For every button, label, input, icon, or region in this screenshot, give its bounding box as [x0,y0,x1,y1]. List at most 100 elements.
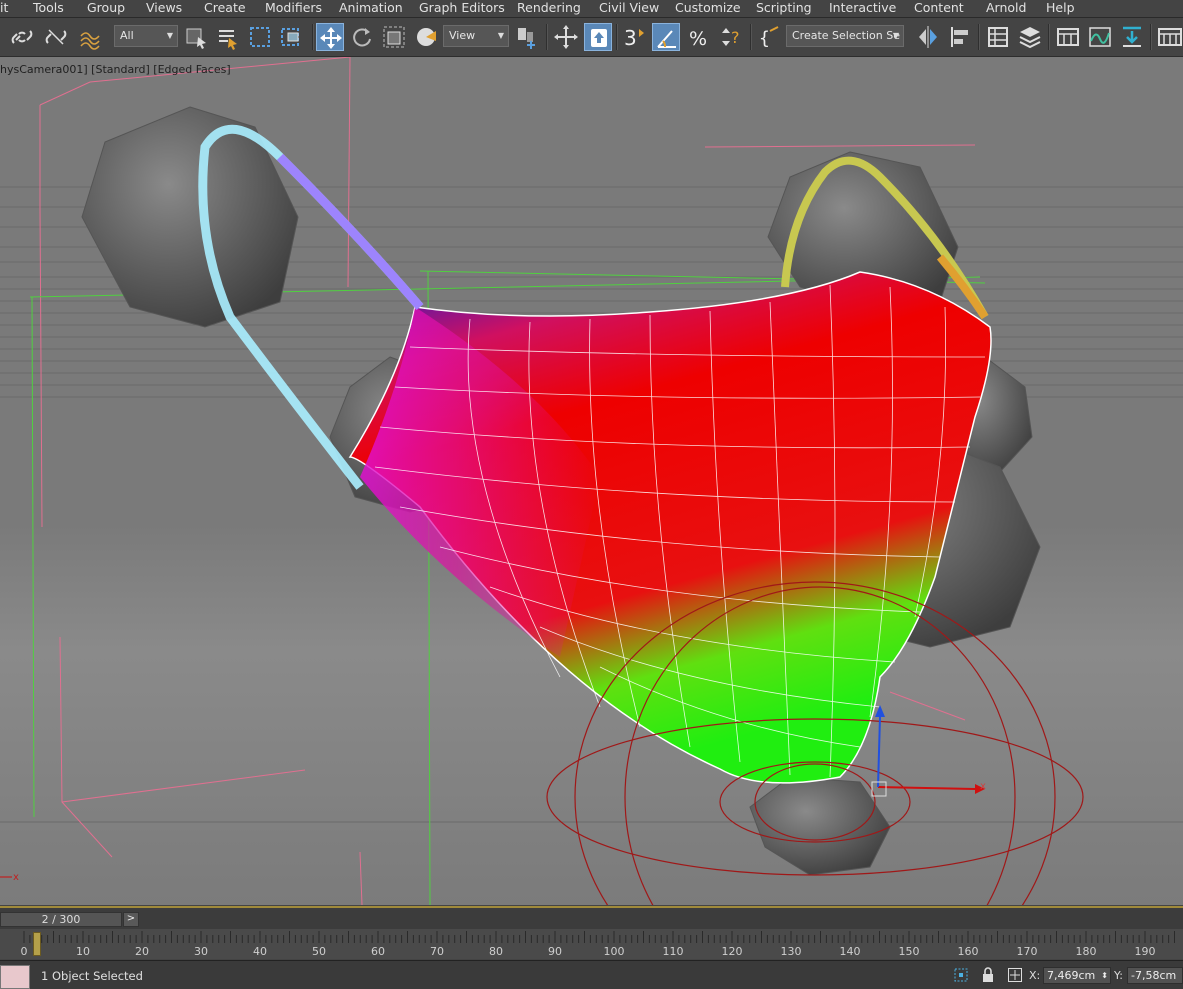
menu-views[interactable]: Views [146,0,182,16]
viewport-label[interactable]: hysCamera001] [Standard] [Edged Faces] [0,63,231,76]
ruler-tick-label: 80 [489,945,503,958]
svg-text:x: x [980,781,986,792]
pivot-icon[interactable] [513,23,541,51]
next-frame-button[interactable]: > [123,912,139,927]
ruler-tick-label: 0 [20,945,28,958]
angle-snap-icon[interactable] [652,23,680,51]
menu-tools[interactable]: Tools [33,0,64,16]
menu-scripting[interactable]: Scripting [756,0,812,16]
ruler-tick-label: 40 [253,945,267,958]
toolbar-separator [546,24,548,50]
lock-icon[interactable] [980,967,996,983]
spinner-snap-icon[interactable]: ? [716,23,744,51]
reference-coord-dropdown[interactable]: View ▼ [443,25,509,47]
menu-content[interactable]: Content [914,0,964,16]
main-toolbar: All ▼ View ▼ 3 % ? {Create Selection Se… [0,18,1183,57]
scale-icon[interactable] [380,23,408,51]
render-setup-icon[interactable] [1118,23,1146,51]
selection-filter-dropdown[interactable]: All ▼ [114,25,178,47]
layer-explorer-icon[interactable] [1016,23,1044,51]
unlink-icon[interactable] [42,23,70,51]
ruler-tick-label: 120 [721,945,743,958]
svg-text:3: 3 [624,26,637,50]
menu-modifiers[interactable]: Modifiers [265,0,322,16]
select-place-icon[interactable] [412,23,440,51]
select-object-icon[interactable] [182,23,210,51]
link-icon[interactable] [8,23,36,51]
rotate-icon[interactable] [348,23,376,51]
toolbar-separator [1048,24,1050,50]
ruler-tick-label: 10 [76,945,90,958]
ruler-tick-label: 160 [957,945,979,958]
ribbon-icon[interactable] [1054,23,1082,51]
absolute-mode-icon[interactable] [1007,967,1023,983]
rect-selection-icon[interactable] [246,23,274,51]
bind-spacewarp-icon[interactable] [76,23,104,51]
x-coord-field[interactable]: 7,469cm ⬍ [1043,967,1111,984]
scene-explorer-icon[interactable] [984,23,1012,51]
svg-text:?: ? [731,28,740,47]
track-bar[interactable]: 0 10 20 30 40 50 60 70 80 90 100 110 120 130 140 150 160… [0,929,1183,959]
snap-toggle-icon[interactable]: 3 [620,23,648,51]
ruler-tick-label: 110 [662,945,684,958]
toolbar-separator [750,24,752,50]
toolbar-separator [312,24,314,50]
current-frame-marker[interactable] [33,932,41,956]
menu-animation[interactable]: Animation [339,0,403,16]
scene-render: x x [0,57,1183,905]
menu-rendering[interactable]: Rendering [517,0,581,16]
toolbar-separator [978,24,980,50]
mask-mesh [348,271,992,784]
ruler-tick-label: 190 [1134,945,1156,958]
manipulate-icon[interactable] [552,23,580,51]
menu-group[interactable]: Group [87,0,125,16]
named-selection-dropdown[interactable]: Create Selection Se ▼ [786,25,904,47]
toolbar-separator [1150,24,1152,50]
ruler-tick-label: 140 [839,945,861,958]
status-bar: 1 Object Selected X: 7,469cm ⬍ Y: -7,58cm [0,960,1183,989]
svg-text:%: % [689,28,707,50]
mirror-icon[interactable] [914,23,942,51]
ruler-tick-label: 70 [430,945,444,958]
ruler-tick-label: 100 [603,945,625,958]
menu-edit[interactable]: it [0,0,8,16]
ruler-tick-label: 30 [194,945,208,958]
y-coord-field[interactable]: -7,58cm [1127,967,1183,984]
menu-customize[interactable]: Customize [675,0,741,16]
svg-text:x: x [13,872,19,883]
move-icon[interactable] [316,23,344,51]
camera-viewport[interactable]: x x hysCamera001] [Standard] [Edged Face… [0,57,1183,905]
chevron-down-icon: ▼ [892,31,899,40]
menu-create[interactable]: Create [204,0,246,16]
menu-interactive[interactable]: Interactive [829,0,896,16]
ruler-tick-label: 90 [548,945,562,958]
keyboard-shortcut-override-icon[interactable] [584,23,612,51]
curve-editor-icon[interactable] [1086,23,1114,51]
menu-arnold[interactable]: Arnold [986,0,1026,16]
ruler-tick-label: 60 [371,945,385,958]
menu-help[interactable]: Help [1046,0,1075,16]
ruler-tick-label: 130 [780,945,802,958]
select-by-name-icon[interactable] [214,23,242,51]
window-crossing-icon[interactable] [278,23,306,51]
menu-graph-editors[interactable]: Graph Editors [419,0,505,16]
ruler-tick-label: 170 [1016,945,1038,958]
ruler-ticks [23,931,1175,943]
time-slider[interactable]: 2 / 300 [0,912,122,927]
menu-bar: it Tools Group Views Create Modifiers An… [0,0,1183,18]
transform-gizmo: x [871,705,986,797]
time-slider-bar: 2 / 300 > [0,906,1183,930]
percent-snap-icon[interactable]: % [686,23,714,51]
spinner-icon[interactable]: ⬍ [1101,968,1108,983]
render-frame-icon[interactable] [1156,23,1183,51]
align-icon[interactable] [946,23,974,51]
menu-civil-view[interactable]: Civil View [599,0,659,16]
named-sets-icon[interactable]: { [756,23,784,51]
isolate-selection-icon[interactable] [953,967,969,983]
ruler-tick-label: 50 [312,945,326,958]
chevron-down-icon: ▼ [166,31,173,40]
selection-status: 1 Object Selected [41,969,143,983]
x-coord-label: X: [1029,969,1041,982]
toolbar-separator [616,24,618,50]
color-swatch[interactable] [0,965,30,989]
